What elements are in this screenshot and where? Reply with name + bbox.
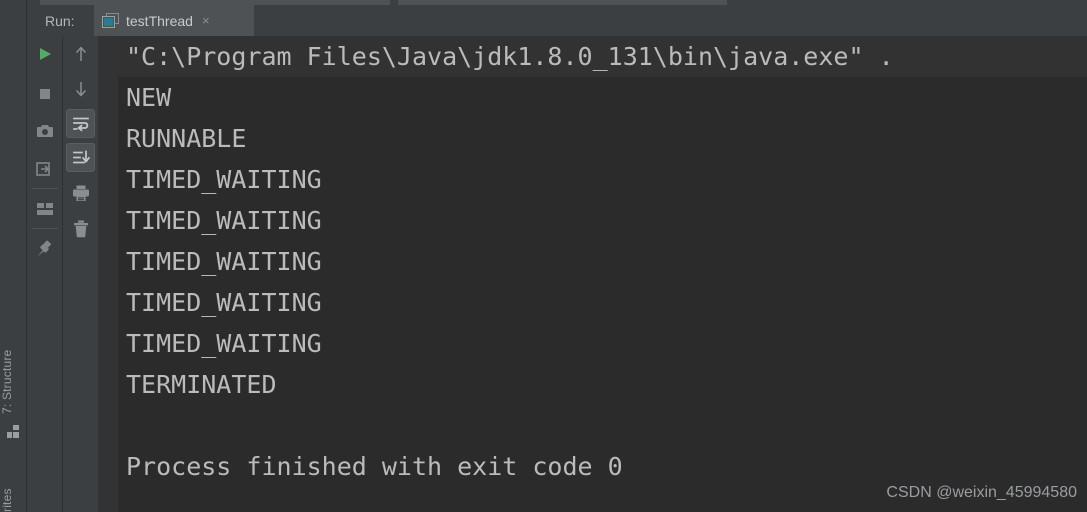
scroll-to-end-button[interactable]	[66, 143, 95, 172]
tab-testthread[interactable]: testThread ×	[94, 5, 254, 36]
console-line: TERMINATED	[126, 370, 277, 399]
stop-button[interactable]	[30, 79, 59, 108]
arrow-down-icon	[75, 81, 86, 97]
console-line: RUNNABLE	[126, 124, 247, 153]
run-label: Run:	[45, 13, 75, 29]
toolbar-divider-left-2	[31, 228, 58, 229]
console-gutter	[98, 36, 118, 512]
play-icon	[39, 47, 51, 60]
console-line: TIMED_WAITING	[126, 206, 322, 235]
down-button[interactable]	[66, 74, 95, 103]
left-tool-window-bar[interactable]: 7: Structure rites	[0, 0, 27, 512]
tab-label: testThread	[126, 12, 193, 29]
sidebar-item-favorites[interactable]: rites	[0, 468, 27, 512]
arrow-up-icon	[75, 45, 86, 61]
run-toolbar	[27, 36, 98, 512]
soft-wrap-button[interactable]	[66, 109, 95, 138]
console-line: TIMED_WAITING	[126, 165, 322, 194]
run-configuration-icon	[102, 13, 119, 28]
soft-wrap-icon	[72, 117, 89, 131]
clear-all-button[interactable]	[66, 214, 95, 243]
run-tab-bar: Run: testThread ×	[27, 5, 1087, 36]
console-line: NEW	[126, 83, 172, 112]
structure-icon	[7, 425, 20, 438]
toolbar-divider-left-1	[31, 188, 58, 189]
exit-button[interactable]	[30, 154, 59, 183]
scroll-to-end-icon	[72, 150, 90, 163]
layout-icon	[36, 202, 53, 215]
printer-icon	[72, 185, 89, 201]
trash-icon	[73, 220, 88, 237]
exit-icon	[36, 161, 50, 176]
pin-tab-button[interactable]	[30, 234, 59, 263]
stop-icon	[39, 88, 50, 99]
run-toolbar-column-right	[62, 36, 97, 512]
run-tool-window: 7: Structure rites Run: testThread × "C:…	[0, 0, 1087, 512]
console-output[interactable]: "C:\Program Files\Java\jdk1.8.0_131\bin\…	[118, 36, 1087, 512]
close-icon[interactable]: ×	[202, 14, 210, 27]
console-line: TIMED_WAITING	[126, 247, 322, 276]
pin-icon	[36, 240, 51, 256]
sidebar-item-structure[interactable]: 7: Structure	[0, 326, 27, 414]
up-button[interactable]	[66, 39, 95, 68]
rerun-button[interactable]	[30, 39, 59, 68]
console-line: TIMED_WAITING	[126, 329, 322, 358]
layout-button[interactable]	[30, 194, 59, 223]
run-toolbar-column-left	[27, 36, 62, 512]
print-button[interactable]	[66, 179, 95, 208]
watermark: CSDN @weixin_45994580	[886, 484, 1077, 501]
console-line: Process finished with exit code 0	[126, 452, 623, 481]
dump-threads-button[interactable]	[30, 116, 59, 145]
console-line: "C:\Program Files\Java\jdk1.8.0_131\bin\…	[118, 36, 1087, 77]
camera-icon	[36, 124, 53, 137]
console-line: TIMED_WAITING	[126, 288, 322, 317]
